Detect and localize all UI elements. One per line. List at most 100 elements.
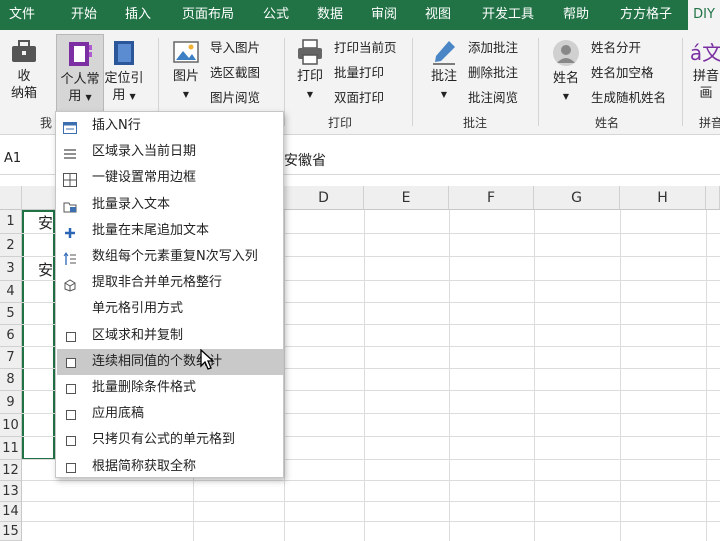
tab-formulas[interactable]: 公式: [254, 0, 298, 30]
add-comment-label: 添加批注: [468, 40, 519, 55]
menu-item[interactable]: 只拷贝有公式的单元格到: [57, 427, 283, 453]
comment-label: 批注: [430, 69, 457, 84]
column-header-partial[interactable]: [706, 186, 720, 210]
tab-developer[interactable]: 开发工具: [472, 0, 544, 30]
personal-frequent-button[interactable]: 个人常 用 ▼: [56, 34, 104, 112]
tab-review[interactable]: 审阅: [362, 0, 406, 30]
cell-a3[interactable]: 安: [38, 259, 53, 280]
menu-item[interactable]: 根据简称获取全称: [57, 454, 283, 480]
chevron-down-icon: ▼: [129, 92, 136, 101]
tab-insert[interactable]: 插入: [116, 0, 160, 30]
tab-view[interactable]: 视图: [416, 0, 460, 30]
row-header[interactable]: 3: [0, 257, 22, 281]
comment-browse-button[interactable]: 批注阅览: [468, 88, 518, 108]
column-header-h[interactable]: H: [620, 186, 706, 210]
menu-item-label: 应用底稿: [92, 406, 145, 422]
import-picture-button[interactable]: 导入图片: [210, 38, 260, 58]
row-header[interactable]: 8: [0, 369, 22, 391]
tab-help[interactable]: 帮助: [554, 0, 598, 30]
tab-page-layout[interactable]: 页面布局: [172, 0, 244, 30]
formula-input[interactable]: 安徽省: [284, 150, 326, 170]
menu-item[interactable]: 应用底稿: [57, 401, 283, 427]
row-header[interactable]: 4: [0, 281, 22, 303]
row-header[interactable]: 12: [0, 460, 22, 481]
pinyin-button[interactable]: á文 拼音 画: [688, 38, 720, 102]
row-header[interactable]: 14: [0, 502, 22, 522]
gridline: [22, 521, 720, 522]
menu-item-label: 只拷贝有公式的单元格到: [92, 432, 236, 448]
picture-browse-button[interactable]: 图片阅览: [210, 88, 260, 108]
menu-item[interactable]: 区域求和并复制: [57, 323, 283, 349]
row-header[interactable]: 1: [0, 210, 22, 234]
name-box[interactable]: A1: [4, 151, 21, 166]
insert-rows-icon: [63, 119, 77, 134]
toolbox-icon: [12, 40, 36, 62]
gridline: [22, 501, 720, 502]
delete-comment-label: 删除批注: [468, 65, 519, 80]
plus-icon: [63, 224, 77, 238]
menu-item[interactable]: 区域录入当前日期: [57, 139, 283, 165]
mouse-cursor-icon: [200, 349, 215, 370]
name-button[interactable]: 姓名 ▼: [546, 38, 586, 105]
menu-item[interactable]: 插入N行: [57, 113, 283, 139]
menu-item[interactable]: 连续相同值的个数统计: [57, 348, 283, 375]
selection-screenshot-button[interactable]: 选区截图: [210, 63, 260, 83]
gridline: [534, 210, 535, 541]
row-header[interactable]: 5: [0, 303, 22, 325]
tab-diy[interactable]: DIY: [688, 0, 720, 30]
cell-a1[interactable]: 安: [38, 212, 53, 233]
column-header-e[interactable]: E: [364, 186, 449, 210]
printer-icon: [298, 39, 322, 65]
cube-icon: [63, 276, 77, 292]
print-button[interactable]: 打印 ▼: [290, 38, 330, 103]
add-comment-button[interactable]: 添加批注: [468, 38, 518, 58]
menu-item[interactable]: 数组每个元素重复N次写入列: [57, 244, 283, 270]
random-name-button[interactable]: 生成随机姓名: [591, 88, 666, 108]
folder-text-icon: [63, 198, 77, 213]
batch-print-button[interactable]: 批量打印: [334, 63, 384, 83]
row-header[interactable]: 2: [0, 234, 22, 257]
column-header-d[interactable]: D: [284, 186, 364, 210]
repeat-list-icon: [63, 250, 77, 265]
menu-item[interactable]: 批量录入文本: [57, 192, 283, 218]
tab-data[interactable]: 数据: [306, 0, 354, 30]
menu-item[interactable]: 批量删除条件格式: [57, 375, 283, 401]
locate-reference-button[interactable]: 定位引 用 ▼: [104, 38, 144, 105]
checkbox-icon: [66, 410, 76, 421]
tab-home[interactable]: 开始: [60, 0, 108, 30]
print-current-page-label: 打印当前页: [334, 40, 397, 55]
column-header-f[interactable]: F: [449, 186, 534, 210]
name-add-space-button[interactable]: 姓名加空格: [591, 63, 654, 83]
duplex-print-button[interactable]: 双面打印: [334, 88, 384, 108]
comment-button[interactable]: 批注 ▼: [424, 38, 464, 103]
picture-label: 图片: [172, 69, 199, 84]
select-all-corner[interactable]: [0, 186, 22, 210]
name-add-space-label: 姓名加空格: [591, 65, 654, 80]
group-divider: [682, 38, 683, 126]
duplex-print-label: 双面打印: [334, 90, 385, 105]
delete-comment-button[interactable]: 删除批注: [468, 63, 518, 83]
name-split-button[interactable]: 姓名分开: [591, 38, 641, 58]
menu-item[interactable]: 批量在末尾追加文本: [57, 218, 283, 244]
row-header[interactable]: 13: [0, 481, 22, 502]
row-header[interactable]: 11: [0, 437, 22, 460]
column-header-g[interactable]: G: [534, 186, 620, 210]
row-header[interactable]: 6: [0, 325, 22, 347]
row-header[interactable]: 15: [0, 522, 22, 541]
menu-item[interactable]: 一键设置常用边框: [57, 165, 283, 191]
row-header[interactable]: 9: [0, 391, 22, 414]
group-label-print: 打印: [327, 116, 352, 130]
picture-button[interactable]: 图片 ▼: [166, 38, 206, 103]
print-current-page-button[interactable]: 打印当前页: [334, 38, 397, 58]
menu-item[interactable]: 提取非合并单元格整行: [57, 270, 283, 296]
menu-item-label: 数组每个元素重复N次写入列: [92, 249, 258, 264]
collect-box-label: 收 纳箱: [10, 69, 37, 101]
row-header[interactable]: 7: [0, 347, 22, 369]
personal-frequent-dropdown: 插入N行 区域录入当前日期 一键设置常用边框 批量录入文本 批量在末尾追加文本数组每个元…: [55, 111, 284, 478]
tab-file[interactable]: 文件: [0, 0, 44, 30]
menu-item[interactable]: 单元格引用方式: [57, 296, 283, 322]
tab-fangfang[interactable]: 方方格子: [610, 0, 682, 30]
collect-box-button[interactable]: 收 纳箱: [4, 38, 44, 102]
row-header[interactable]: 10: [0, 414, 22, 437]
menu-item-label: 区域求和并复制: [92, 327, 184, 343]
